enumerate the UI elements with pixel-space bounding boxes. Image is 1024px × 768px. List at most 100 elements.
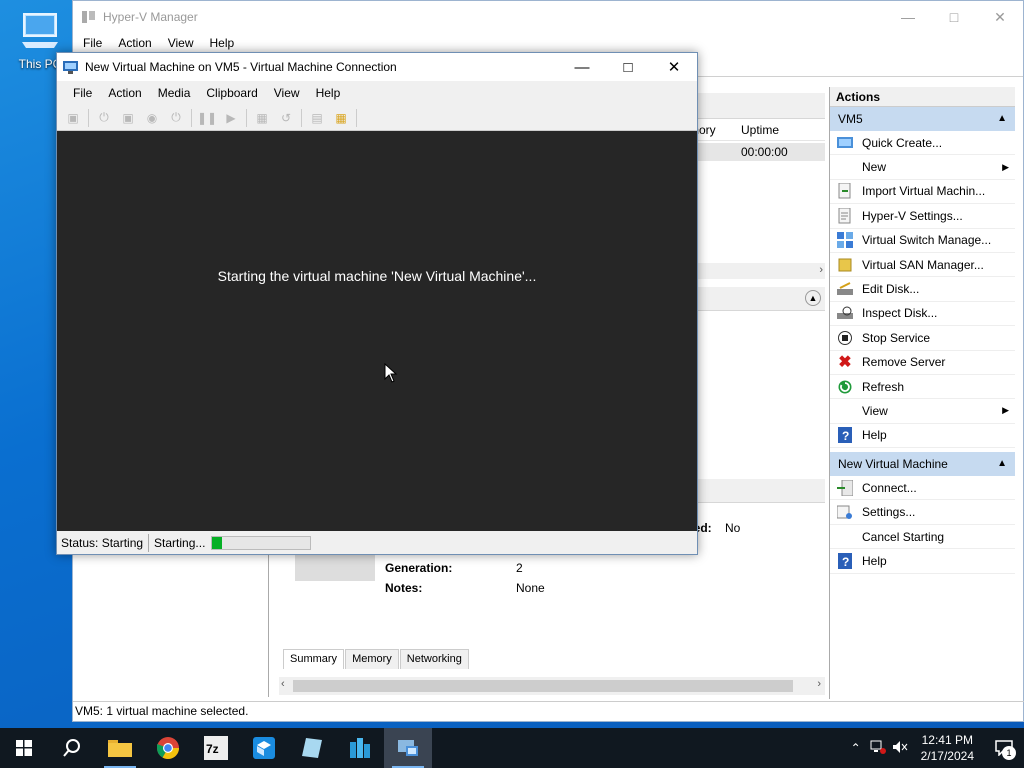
document-icon [302, 738, 322, 758]
menu-help[interactable]: Help [202, 36, 243, 50]
action-connect[interactable]: Connect... [830, 476, 1015, 501]
start-button[interactable] [0, 728, 48, 768]
action-remove-server[interactable]: ✖ Remove Server [830, 351, 1015, 375]
tab-summary[interactable]: Summary [283, 649, 345, 669]
inspect-disk-icon [836, 305, 854, 321]
stop-icon [836, 330, 854, 346]
close-button[interactable]: ✕ [977, 1, 1023, 33]
collapse-icon[interactable]: ▲ [997, 107, 1007, 131]
taskbar-file-explorer[interactable] [96, 728, 144, 768]
menu-file[interactable]: File [75, 36, 110, 50]
hyperv-titlebar: Hyper-V Manager — □ ✕ [73, 1, 1023, 33]
maximize-button[interactable]: □ [931, 1, 977, 33]
group-label: VM5 [838, 112, 863, 126]
taskbar: 7z ⌃ 12:41 PM 2/17/2024 1 [0, 728, 1024, 768]
progress-fill [212, 537, 223, 549]
action-import[interactable]: Import Virtual Machin... [830, 180, 1015, 205]
close-button[interactable]: ✕ [651, 53, 697, 81]
chevron-up-icon[interactable]: ⌃ [845, 741, 867, 755]
maximize-button[interactable]: □ [605, 53, 651, 81]
tab-memory[interactable]: Memory [345, 649, 399, 669]
scrollbar-thumb[interactable] [293, 680, 793, 692]
collapse-icon[interactable]: ▲ [805, 290, 821, 306]
action-label: Import Virtual Machin... [862, 184, 986, 199]
shutdown-icon[interactable]: ◉ [142, 108, 162, 128]
details-scrollbar[interactable]: ‹ › [279, 677, 825, 695]
clock-time: 12:41 PM [921, 733, 973, 747]
menu-view[interactable]: View [160, 36, 202, 50]
column-uptime[interactable]: Uptime [741, 123, 779, 137]
action-new[interactable]: New ▶ [830, 155, 1015, 180]
vmc-toolbar: ▣ ⏻ ▣ ◉ ⏻ ❚❚ ▶ ▦ ↺ ▤ ▦ [57, 105, 697, 131]
taskbar-app-box[interactable] [240, 728, 288, 768]
generation-label: Generation: [385, 561, 453, 575]
action-refresh[interactable]: Refresh [830, 375, 1015, 400]
minimize-button[interactable]: — [559, 53, 605, 81]
pause-icon[interactable]: ❚❚ [197, 108, 217, 128]
svg-text:7z: 7z [206, 742, 219, 756]
ctrl-alt-del-icon[interactable]: ▣ [63, 108, 83, 128]
clock[interactable]: 12:41 PM 2/17/2024 [921, 732, 974, 764]
power-icon[interactable]: ⏻ [166, 108, 186, 128]
taskbar-hyperv-manager[interactable] [384, 728, 432, 768]
network-icon[interactable] [867, 740, 889, 757]
scroll-right-icon[interactable]: › [819, 264, 823, 276]
notes-value: None [516, 581, 545, 595]
action-vm-help[interactable]: ? Help [830, 549, 1015, 574]
status-bar: VM5: 1 virtual machine selected. [73, 701, 1024, 721]
volume-muted-icon[interactable] [889, 740, 911, 757]
action-quick-create[interactable]: Quick Create... [830, 131, 1015, 156]
action-hyperv-settings[interactable]: Hyper-V Settings... [830, 204, 1015, 229]
notification-button[interactable]: 1 [984, 728, 1024, 768]
action-label: Refresh [862, 379, 905, 394]
action-inspect-disk[interactable]: Inspect Disk... [830, 302, 1015, 327]
taskbar-chrome[interactable] [144, 728, 192, 768]
turn-off-icon[interactable]: ▣ [118, 108, 138, 128]
help-icon: ? [836, 427, 854, 444]
hyperv-menubar: File Action View Help [73, 33, 1023, 53]
menu-view[interactable]: View [266, 86, 308, 100]
refresh-icon [836, 379, 854, 395]
revert-icon[interactable]: ↺ [276, 108, 296, 128]
action-label: Help [862, 428, 887, 443]
action-label: View [862, 403, 888, 418]
minimize-button[interactable]: — [885, 1, 931, 33]
scroll-left-icon[interactable]: ‹ [281, 678, 285, 690]
taskbar-app-paper[interactable] [288, 728, 336, 768]
scroll-right-icon[interactable]: › [817, 678, 821, 690]
action-virtual-san[interactable]: Virtual SAN Manager... [830, 253, 1015, 278]
action-virtual-switch[interactable]: Virtual Switch Manage... [830, 229, 1015, 253]
enhanced-session-icon[interactable]: ▤ [307, 108, 327, 128]
action-view[interactable]: View ▶ [830, 399, 1015, 424]
action-vm-settings[interactable]: Settings... [830, 500, 1015, 525]
menu-help[interactable]: Help [308, 86, 349, 100]
window-title: Hyper-V Manager [103, 10, 198, 24]
notification-badge: 1 [1002, 746, 1016, 760]
share-icon[interactable]: ▦ [331, 108, 351, 128]
action-cancel-starting[interactable]: Cancel Starting [830, 525, 1015, 550]
menu-action[interactable]: Action [100, 86, 149, 100]
clock-date: 2/17/2024 [920, 749, 974, 763]
search-button[interactable] [48, 728, 96, 768]
actions-group-new-vm[interactable]: New Virtual Machine ▲ [830, 452, 1015, 477]
system-tray: ⌃ 12:41 PM 2/17/2024 1 [845, 728, 1024, 768]
action-stop-service[interactable]: Stop Service [830, 326, 1015, 351]
resume-icon[interactable]: ▶ [221, 108, 241, 128]
menu-file[interactable]: File [65, 86, 100, 100]
menu-media[interactable]: Media [150, 86, 199, 100]
vm-display[interactable]: Starting the virtual machine 'New Virtua… [57, 131, 697, 531]
action-help[interactable]: ? Help [830, 424, 1015, 449]
package-icon [253, 737, 275, 759]
menu-action[interactable]: Action [110, 36, 159, 50]
tab-networking[interactable]: Networking [399, 649, 469, 669]
action-edit-disk[interactable]: Edit Disk... [830, 277, 1015, 302]
progress-bar [211, 536, 312, 550]
svg-text:?: ? [842, 429, 849, 443]
start-icon[interactable]: ⏻ [94, 108, 114, 128]
taskbar-7zip[interactable]: 7z [192, 728, 240, 768]
actions-group-vm5[interactable]: VM5 ▲ [830, 107, 1015, 131]
menu-clipboard[interactable]: Clipboard [198, 86, 265, 100]
collapse-icon[interactable]: ▲ [997, 452, 1007, 476]
checkpoint-icon[interactable]: ▦ [252, 108, 272, 128]
taskbar-server-manager[interactable] [336, 728, 384, 768]
